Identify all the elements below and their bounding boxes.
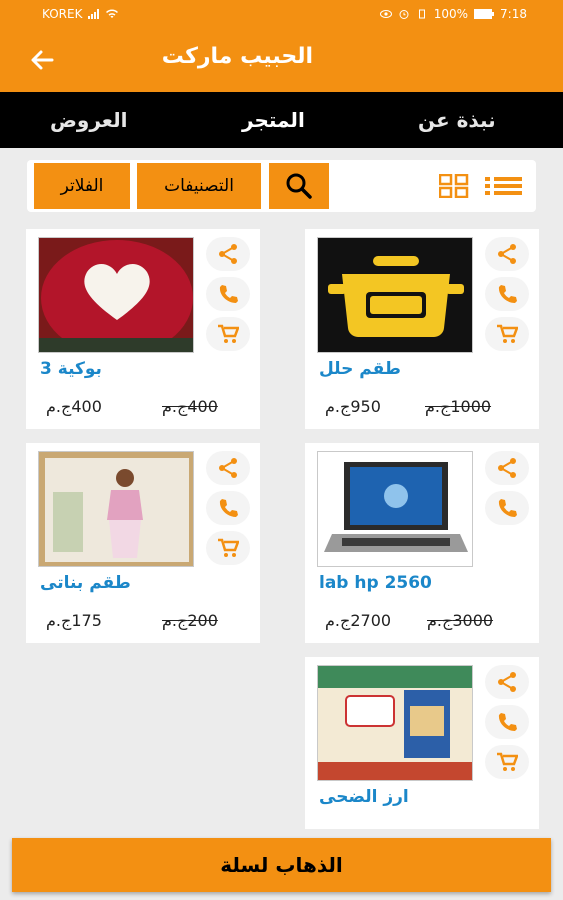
vibrate-icon	[418, 9, 425, 19]
product-card[interactable]: طقم بناتى 175ج.م 200ج.م	[26, 443, 260, 643]
tab-store[interactable]: المتجر	[242, 108, 305, 132]
product-old-price: 400ج.م	[162, 397, 218, 416]
share-button[interactable]	[485, 237, 529, 271]
page-title: الحبيب ماركت	[161, 44, 313, 69]
product-image[interactable]	[317, 451, 473, 567]
share-button[interactable]	[206, 237, 250, 271]
add-to-cart-button[interactable]	[206, 317, 250, 351]
share-button[interactable]	[485, 451, 529, 485]
product-name[interactable]: طقم حلل	[319, 359, 401, 379]
outfit-image	[39, 452, 193, 566]
back-button[interactable]	[22, 42, 62, 78]
search-button[interactable]	[269, 163, 329, 209]
add-to-cart-button[interactable]	[485, 317, 529, 351]
share-button[interactable]	[485, 665, 529, 699]
product-image[interactable]	[317, 665, 473, 781]
product-name[interactable]: lab hp 2560	[319, 573, 432, 593]
tab-about[interactable]: نبذة عن	[418, 108, 496, 132]
share-icon	[219, 244, 237, 264]
categories-button[interactable]: التصنيفات	[137, 163, 261, 209]
search-icon	[286, 173, 312, 199]
battery-percent: 100%	[433, 7, 469, 21]
phone-icon	[219, 499, 238, 517]
cart-icon	[218, 538, 239, 557]
product-old-price: 3000ج.م	[427, 611, 494, 630]
go-to-cart-button[interactable]: الذهاب لسلة	[12, 838, 551, 892]
call-button[interactable]	[206, 277, 250, 311]
product-image[interactable]	[38, 237, 194, 353]
card-actions	[206, 451, 250, 571]
wifi-icon	[106, 9, 119, 18]
filter-toolbar: الفلاتر التصنيفات	[27, 160, 536, 212]
product-image[interactable]	[38, 451, 194, 567]
pot-image	[318, 238, 472, 352]
cart-icon	[218, 324, 239, 343]
product-old-price: 1000ج.م	[425, 397, 492, 416]
product-price: 175ج.م	[46, 611, 102, 630]
card-actions	[485, 451, 529, 531]
product-card[interactable]: ارز الضحى	[305, 657, 539, 829]
phone-icon	[219, 285, 238, 303]
call-button[interactable]	[206, 491, 250, 525]
share-icon	[498, 458, 516, 478]
tab-bar: العروض المتجر نبذة عن	[0, 92, 563, 148]
call-button[interactable]	[485, 491, 529, 525]
product-card[interactable]: بوكية 3 400ج.م 400ج.م	[26, 229, 260, 429]
product-name[interactable]: طقم بناتى	[40, 573, 131, 593]
product-card[interactable]: طقم حلل 950ج.م 1000ج.م	[305, 229, 539, 429]
laptop-image	[318, 452, 472, 566]
add-to-cart-button[interactable]	[485, 745, 529, 779]
phone-icon	[498, 285, 517, 303]
filters-button[interactable]: الفلاتر	[34, 163, 130, 209]
card-actions	[206, 237, 250, 357]
product-price: 400ج.م	[46, 397, 102, 416]
cart-icon	[497, 324, 518, 343]
product-price: 2700ج.م	[325, 611, 392, 630]
clock: 7:18	[500, 7, 527, 21]
product-old-price: 200ج.م	[162, 611, 218, 630]
product-price: 950ج.م	[325, 397, 381, 416]
flower-bouquet-image	[39, 238, 193, 352]
app-bar: الحبيب ماركت	[0, 28, 563, 92]
carrier-name: KOREK	[42, 7, 83, 21]
list-view-icon[interactable]	[485, 174, 523, 198]
card-actions	[485, 665, 529, 785]
product-image[interactable]	[317, 237, 473, 353]
battery-icon	[474, 9, 495, 19]
call-button[interactable]	[485, 705, 529, 739]
alarm-icon	[399, 10, 409, 19]
grid-view-icon[interactable]	[439, 174, 469, 198]
share-icon	[498, 672, 516, 692]
phone-icon	[498, 499, 517, 517]
add-to-cart-button[interactable]	[206, 531, 250, 565]
arrow-left-icon	[31, 50, 54, 70]
cart-icon	[497, 752, 518, 771]
share-icon	[498, 244, 516, 264]
share-icon	[219, 458, 237, 478]
product-name[interactable]: ارز الضحى	[319, 787, 409, 807]
signal-icon	[88, 9, 100, 19]
tab-offers[interactable]: العروض	[50, 108, 127, 132]
card-actions	[485, 237, 529, 357]
rice-bag-image	[318, 666, 472, 780]
status-bar: KOREK 100% 7:18	[0, 0, 563, 28]
product-name[interactable]: بوكية 3	[40, 359, 102, 379]
phone-icon	[498, 713, 517, 731]
share-button[interactable]	[206, 451, 250, 485]
call-button[interactable]	[485, 277, 529, 311]
eye-icon	[379, 10, 392, 18]
product-card[interactable]: lab hp 2560 2700ج.م 3000ج.م	[305, 443, 539, 643]
